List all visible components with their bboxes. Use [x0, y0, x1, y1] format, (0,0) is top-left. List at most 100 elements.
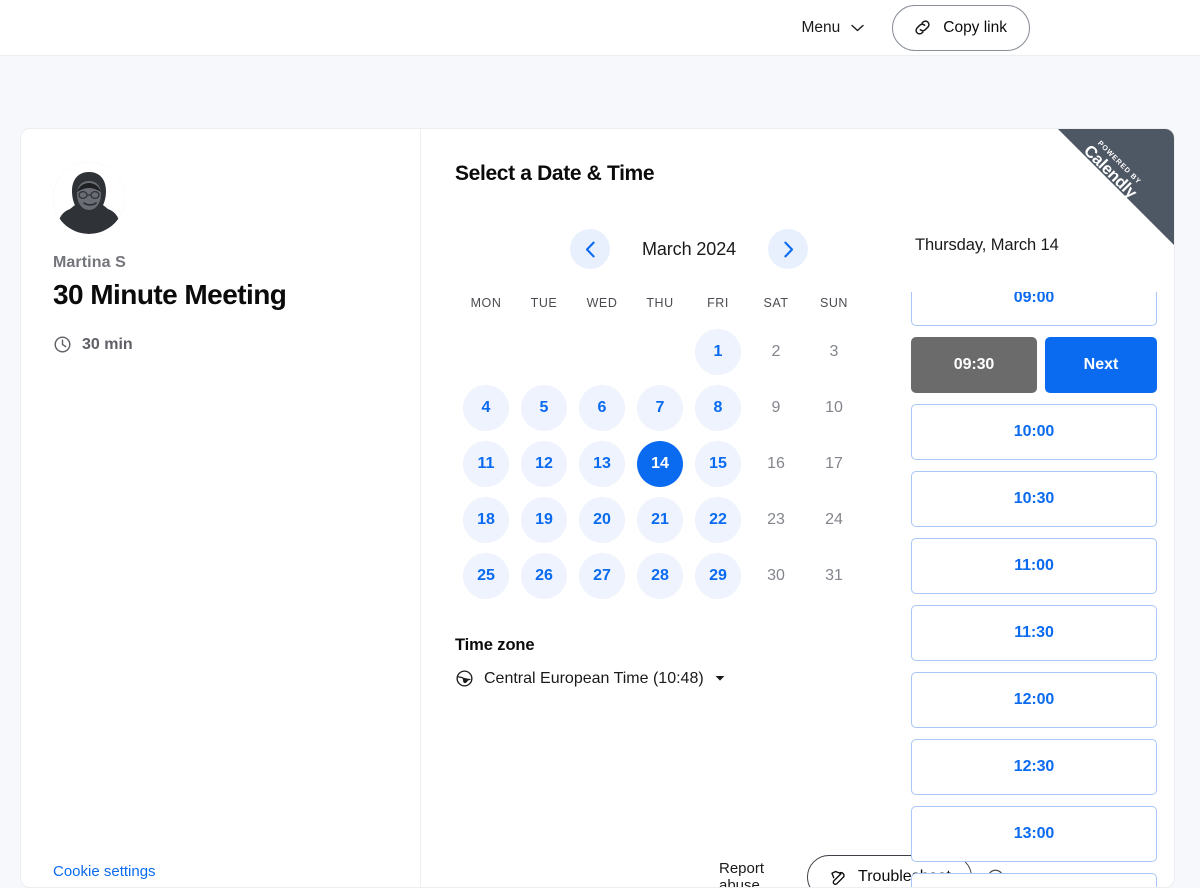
- calendar-day-26[interactable]: 26: [521, 553, 567, 599]
- calendar-day-20[interactable]: 20: [579, 497, 625, 543]
- calendar-day-3: 3: [811, 329, 857, 375]
- calendar-week-row: 25 26 27 28 29 30 31: [455, 548, 895, 604]
- calendar-day-cell: 18: [457, 497, 515, 543]
- timezone-value: Central European Time (10:48): [484, 669, 704, 687]
- time-slot-1130[interactable]: 11:30: [911, 605, 1157, 661]
- calendar-day-13[interactable]: 13: [579, 441, 625, 487]
- calendar-day-27[interactable]: 27: [579, 553, 625, 599]
- time-slot-0900[interactable]: 09:00: [911, 292, 1157, 326]
- calendar-day-cell: 20: [573, 497, 631, 543]
- previous-month-button[interactable]: [570, 229, 610, 269]
- calendar-day-header: FRI: [707, 296, 729, 310]
- calendar-day-30: 30: [753, 553, 799, 599]
- calendar-day-cell: 23: [747, 497, 805, 543]
- time-slot-1100[interactable]: 11:00: [911, 538, 1157, 594]
- page-title: Select a Date & Time: [455, 162, 655, 185]
- calendar-day-cell: 30: [747, 553, 805, 599]
- calendar-day-cell: [631, 329, 689, 375]
- calendar-day-5[interactable]: 5: [521, 385, 567, 431]
- next-button[interactable]: Next: [1045, 337, 1157, 393]
- calendar-day-11[interactable]: 11: [463, 441, 509, 487]
- calendar-day-7[interactable]: 7: [637, 385, 683, 431]
- calendar-day-15[interactable]: 15: [695, 441, 741, 487]
- calendar-day-empty: [521, 329, 567, 375]
- calendar-day-cell: 5: [515, 385, 573, 431]
- time-slot-row: 13:30: [911, 873, 1157, 887]
- calendar-grid: 1 2 3 4 5 6 7 8 9 10 11 12 13 14 15 16 17 18 19 20 21 22 23 24 2…: [455, 324, 895, 604]
- calendar-day-25[interactable]: 25: [463, 553, 509, 599]
- calendar-day-24: 24: [811, 497, 857, 543]
- calendar-day-cell: 28: [631, 553, 689, 599]
- calendar-day-cell: 29: [689, 553, 747, 599]
- time-slot-row: 11:00: [911, 538, 1157, 605]
- chevron-down-icon: [851, 24, 864, 32]
- time-slot-1000[interactable]: 10:00: [911, 404, 1157, 460]
- calendar-day-cell: 12: [515, 441, 573, 487]
- calendar-week-row: 4 5 6 7 8 9 10: [455, 380, 895, 436]
- calendar-day-29[interactable]: 29: [695, 553, 741, 599]
- calendar-day-header: WED: [586, 296, 618, 310]
- calendar-day-headers: MON TUE WED THU FRI SAT SUN: [455, 296, 895, 310]
- calendar-day-cell: 13: [573, 441, 631, 487]
- calendar-day-1[interactable]: 1: [695, 329, 741, 375]
- calendar-day-18[interactable]: 18: [463, 497, 509, 543]
- calendar-day-31: 31: [811, 553, 857, 599]
- calendar-day-cell: 16: [747, 441, 805, 487]
- calendar-navigation: March 2024: [455, 229, 895, 269]
- top-bar: Menu Copy link: [0, 0, 1200, 56]
- menu-button[interactable]: Menu: [797, 13, 868, 43]
- time-slot-1300[interactable]: 13:00: [911, 806, 1157, 862]
- host-name: Martina S: [53, 254, 126, 271]
- calendar-day-empty: [579, 329, 625, 375]
- calendar-day-21[interactable]: 21: [637, 497, 683, 543]
- time-slot-1030[interactable]: 10:30: [911, 471, 1157, 527]
- calendar-day-22[interactable]: 22: [695, 497, 741, 543]
- time-slot-row: 09:00: [911, 292, 1157, 337]
- cookie-settings-link[interactable]: Cookie settings: [53, 863, 156, 880]
- calendar-day-cell: 21: [631, 497, 689, 543]
- report-abuse-link[interactable]: Report abuse: [719, 860, 764, 887]
- time-slot-1200[interactable]: 12:00: [911, 672, 1157, 728]
- calendar-day-28[interactable]: 28: [637, 553, 683, 599]
- date-time-picker: Select a Date & Time March 2024 MON TUE WE…: [421, 129, 1174, 887]
- selected-date-header: Thursday, March 14: [915, 236, 1059, 254]
- calendar-day-19[interactable]: 19: [521, 497, 567, 543]
- caret-down-icon: [715, 675, 725, 682]
- timezone-select[interactable]: Central European Time (10:48): [455, 667, 725, 690]
- calendar-day-cell: 15: [689, 441, 747, 487]
- calendar-day-cell: 6: [573, 385, 631, 431]
- event-duration-label: 30 min: [82, 335, 133, 353]
- calendar-day-cell: 3: [805, 329, 863, 375]
- calendar-day-8[interactable]: 8: [695, 385, 741, 431]
- calendar-day-12[interactable]: 12: [521, 441, 567, 487]
- calendar-day-header: SUN: [819, 296, 849, 310]
- time-slots-scroll-area[interactable]: 09:00 09:30 Next 10:00 10:30 11:00 11:30 12:00 1…: [911, 292, 1174, 887]
- time-slot-row: 11:30: [911, 605, 1157, 672]
- calendar-day-16: 16: [753, 441, 799, 487]
- time-slot-row: 09:30 Next: [911, 337, 1157, 404]
- calendar-day-10: 10: [811, 385, 857, 431]
- time-slot-0930[interactable]: 09:30: [911, 337, 1037, 393]
- calendar-day-2: 2: [753, 329, 799, 375]
- calendar-month-label: March 2024: [641, 238, 737, 259]
- calendar-day-17: 17: [811, 441, 857, 487]
- calendar-day-cell: 31: [805, 553, 863, 599]
- time-slot-1230[interactable]: 12:30: [911, 739, 1157, 795]
- calendar-day-cell: 2: [747, 329, 805, 375]
- calendar-day-6[interactable]: 6: [579, 385, 625, 431]
- wrench-icon: [828, 868, 847, 887]
- calendar-day-9: 9: [753, 385, 799, 431]
- calendar-day-cell: 17: [805, 441, 863, 487]
- calendar-day-cell: 25: [457, 553, 515, 599]
- calendar-day-4[interactable]: 4: [463, 385, 509, 431]
- time-slot-1330[interactable]: 13:30: [911, 873, 1157, 887]
- booking-card: POWERED BY Calendly Martina S 30 Minute …: [20, 128, 1175, 888]
- avatar: [53, 162, 125, 234]
- calendar-week-row: 18 19 20 21 22 23 24: [455, 492, 895, 548]
- calendar-day-cell: 10: [805, 385, 863, 431]
- next-month-button[interactable]: [768, 229, 808, 269]
- copy-link-button[interactable]: Copy link: [892, 4, 1030, 51]
- calendar-day-14[interactable]: 14: [637, 441, 683, 487]
- time-slots-list: 09:00 09:30 Next 10:00 10:30 11:00 11:30 12:00 1…: [911, 292, 1157, 887]
- calendar-day-cell: [573, 329, 631, 375]
